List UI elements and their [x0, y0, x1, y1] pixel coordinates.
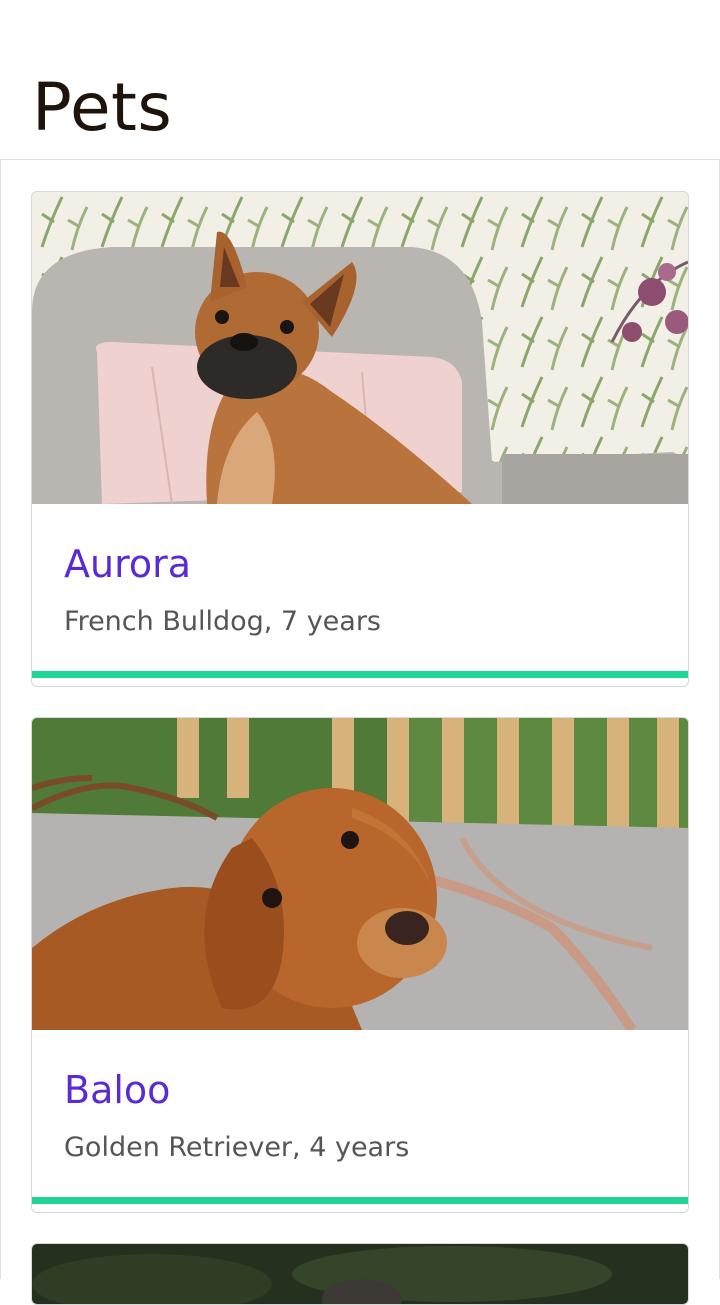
card-accent-bar	[32, 671, 688, 678]
pet-photo-partial	[32, 1244, 688, 1304]
pet-card-body: Baloo Golden Retriever, 4 years	[32, 1030, 688, 1204]
pet-name: Aurora	[64, 542, 192, 586]
pet-name: Baloo	[64, 1068, 171, 1112]
pet-detail: French Bulldog, 7 years	[64, 606, 381, 637]
pet-card-3[interactable]	[31, 1243, 689, 1305]
pet-photo-golden-retriever	[32, 718, 688, 1030]
pet-card-aurora[interactable]: Aurora French Bulldog, 7 years	[31, 191, 689, 687]
pet-photo-french-bulldog	[32, 192, 688, 504]
pet-card-baloo[interactable]: Baloo Golden Retriever, 4 years	[31, 717, 689, 1213]
app-header: Pets	[0, 0, 720, 160]
pet-detail: Golden Retriever, 4 years	[64, 1132, 410, 1163]
page-title: Pets	[32, 69, 173, 146]
card-accent-bar	[32, 1197, 688, 1204]
pet-card-body: Aurora French Bulldog, 7 years	[32, 504, 688, 678]
